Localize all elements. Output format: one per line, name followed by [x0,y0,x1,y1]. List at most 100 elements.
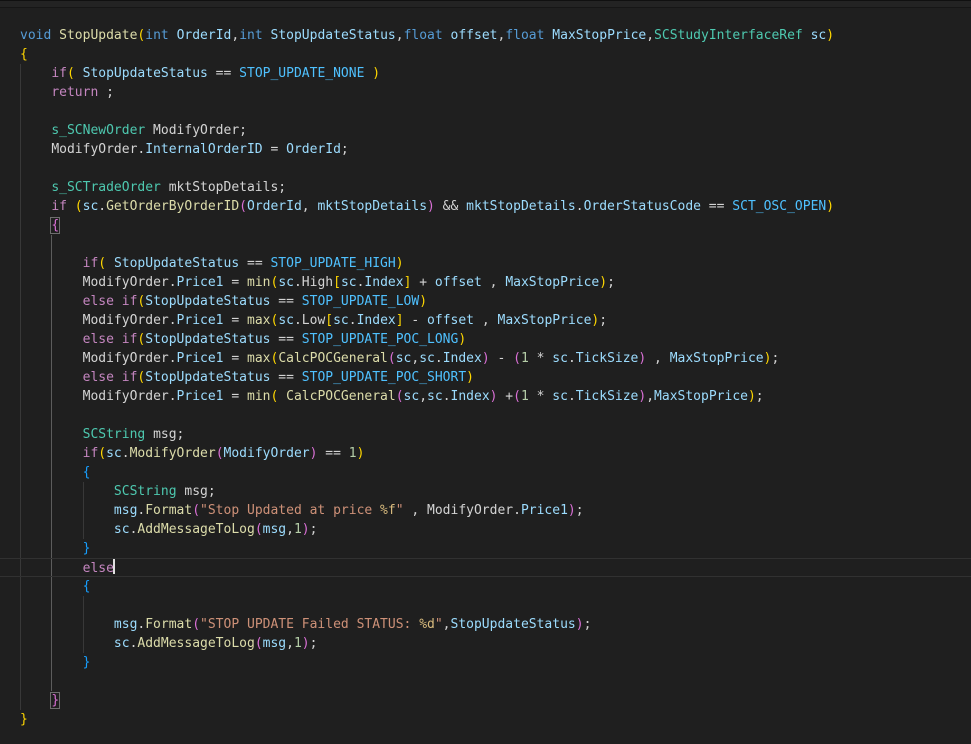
code-line[interactable]: else if(StopUpdateStatus == STOP_UPDATE_… [0,368,971,387]
code-line[interactable]: return ; [0,83,971,102]
code-line[interactable]: ModifyOrder.Price1 = min ( CalcPOCGeneral… [0,387,971,406]
code-line[interactable]: ModifyOrder.Price1 = min(sc.High[sc.Inde… [0,273,971,292]
code-line[interactable]: } [0,653,971,672]
code-line[interactable] [0,406,971,425]
code-line[interactable]: msg.Format("STOP UPDATE Failed STATUS: %… [0,615,971,634]
code-line[interactable]: if (sc.GetOrderByOrderID(OrderId, mktSto… [0,197,971,216]
code-token: StopUpdateStatus [450,617,576,632]
code-token: msg [262,636,287,651]
code-token: == [239,256,271,271]
code-token: ModifyOrder. [82,389,177,404]
code-line[interactable]: else if(StopUpdateStatus == STOP_UPDATE_… [0,292,971,311]
code-token: ; [607,275,615,290]
code-line[interactable]: void StopUpdate(int OrderId,int StopUpda… [0,26,971,45]
indent-guide [20,596,21,615]
code-line[interactable]: { [0,216,971,235]
code-token: Index [450,389,490,404]
code-line[interactable]: if( StopUpdateStatus == STOP_UPDATE_HIGH… [0,254,971,273]
code-token: MaxStopPrice [505,275,600,290]
code-line[interactable]: else if(StopUpdateStatus == STOP_UPDATE_… [0,330,971,349]
code-token: CalcPOCGeneral [286,389,396,404]
code-token: ) [395,256,404,271]
code-line[interactable]: sc.AddMessageToLog(msg,1); [0,634,971,653]
code-token: . [121,446,130,461]
code-token: ModifyOrder [129,446,216,461]
text-cursor [112,559,115,574]
code-token: sc [278,313,294,328]
code-token: == [207,66,240,81]
code-line[interactable]: ModifyOrder.Price1 = max(sc.Low[sc.Index… [0,311,971,330]
code-line[interactable]: if( StopUpdateStatus == STOP_UPDATE_NONE… [0,64,971,83]
code-token: if [51,66,67,81]
code-token: offset [434,275,482,290]
code-line[interactable] [0,235,971,254]
code-token: void [20,28,52,43]
code-token: " [395,503,404,518]
code-line[interactable]: } [0,710,971,729]
code-token: == [270,332,302,347]
code-line[interactable] [0,102,971,121]
code-token: else [82,370,114,385]
code-line[interactable]: { [0,45,971,64]
indent-guide [20,235,21,254]
code-token: s_SCTradeOrder [51,180,161,195]
code-line[interactable]: { [0,577,971,596]
code-line[interactable]: } [0,691,971,710]
code-token: if [121,294,138,309]
code-line[interactable]: ModifyOrder.InternalOrderID = OrderId; [0,140,971,159]
code-line[interactable] [0,672,971,691]
code-token: TickSize [575,351,639,366]
code-token: ( [192,503,201,518]
code-token: Index [356,313,396,328]
code-token: ( [513,389,521,404]
code-token: mktStopDetails [317,199,428,214]
code-token: OrderId [247,199,302,214]
code-token: msg; [145,427,185,442]
code-token: STOP_UPDATE_LOW [301,294,420,309]
code-token: , [395,28,404,43]
code-token: float [505,28,545,43]
code-line[interactable] [0,159,971,178]
code-token: StopUpdateStatus [145,332,271,347]
code-token: SCT_OSC_OPEN [732,199,827,214]
code-token: sc [113,522,130,537]
code-line[interactable]: msg.Format("Stop Updated at price %f" , … [0,501,971,520]
code-editor[interactable]: void StopUpdate(int OrderId,int StopUpda… [0,8,971,729]
code-line[interactable]: ModifyOrder.Price1 = max(CalcPOCGeneral(… [0,349,971,368]
code-line[interactable]: s_SCNewOrder ModifyOrder; [0,121,971,140]
code-token: ) [458,332,467,347]
code-token: sc [427,389,443,404]
code-line[interactable]: s_SCTradeOrder mktStopDetails; [0,178,971,197]
code-line[interactable]: sc.AddMessageToLog(msg,1); [0,520,971,539]
code-line[interactable]: { [0,463,971,482]
code-line[interactable]: SCString msg; [0,482,971,501]
code-token: offset [427,313,475,328]
code-token: StopUpdate [59,28,138,43]
code-line[interactable] [0,596,971,615]
code-token: if [51,199,67,214]
code-line[interactable]: SCString msg; [0,425,971,444]
code-token: == [270,294,302,309]
code-line[interactable]: } [0,539,971,558]
code-token: 1 [293,522,302,537]
code-token: sc [333,313,349,328]
code-token: , [474,313,498,328]
code-line[interactable]: else [0,558,971,577]
code-token: = [223,389,247,404]
code-line[interactable]: if(sc.ModifyOrder(ModifyOrder) == 1) [0,444,971,463]
code-token: STOP_UPDATE_HIGH [270,256,396,271]
